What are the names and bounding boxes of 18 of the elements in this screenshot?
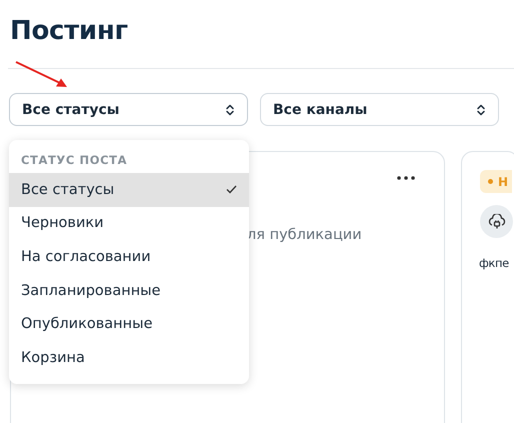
- menu-item[interactable]: Опубликованные: [9, 307, 249, 341]
- empty-state-text: ля публикации: [247, 227, 362, 243]
- chevron-icon: [225, 102, 235, 116]
- menu-item[interactable]: Корзина: [9, 340, 249, 375]
- arrow-annotation: [16, 61, 67, 87]
- menu-item[interactable]: Черновики: [9, 206, 249, 240]
- menu-header: СТАТУС ПОСТА: [20, 152, 128, 169]
- menu-item[interactable]: Все статусы: [9, 173, 249, 207]
- post-text: фкпе: [479, 256, 509, 270]
- check-icon: [226, 185, 237, 194]
- status-select[interactable]: Все статусы: [9, 93, 248, 126]
- menu-item[interactable]: Запланированные: [9, 274, 249, 308]
- menu-item[interactable]: На согласовании: [9, 240, 249, 274]
- page-title: Постинг: [9, 15, 128, 46]
- status-badge: Н: [480, 170, 512, 193]
- more-icon[interactable]: [397, 176, 415, 180]
- chevron-icon: [476, 102, 486, 116]
- status-select[interactable]: Все каналы: [260, 93, 499, 126]
